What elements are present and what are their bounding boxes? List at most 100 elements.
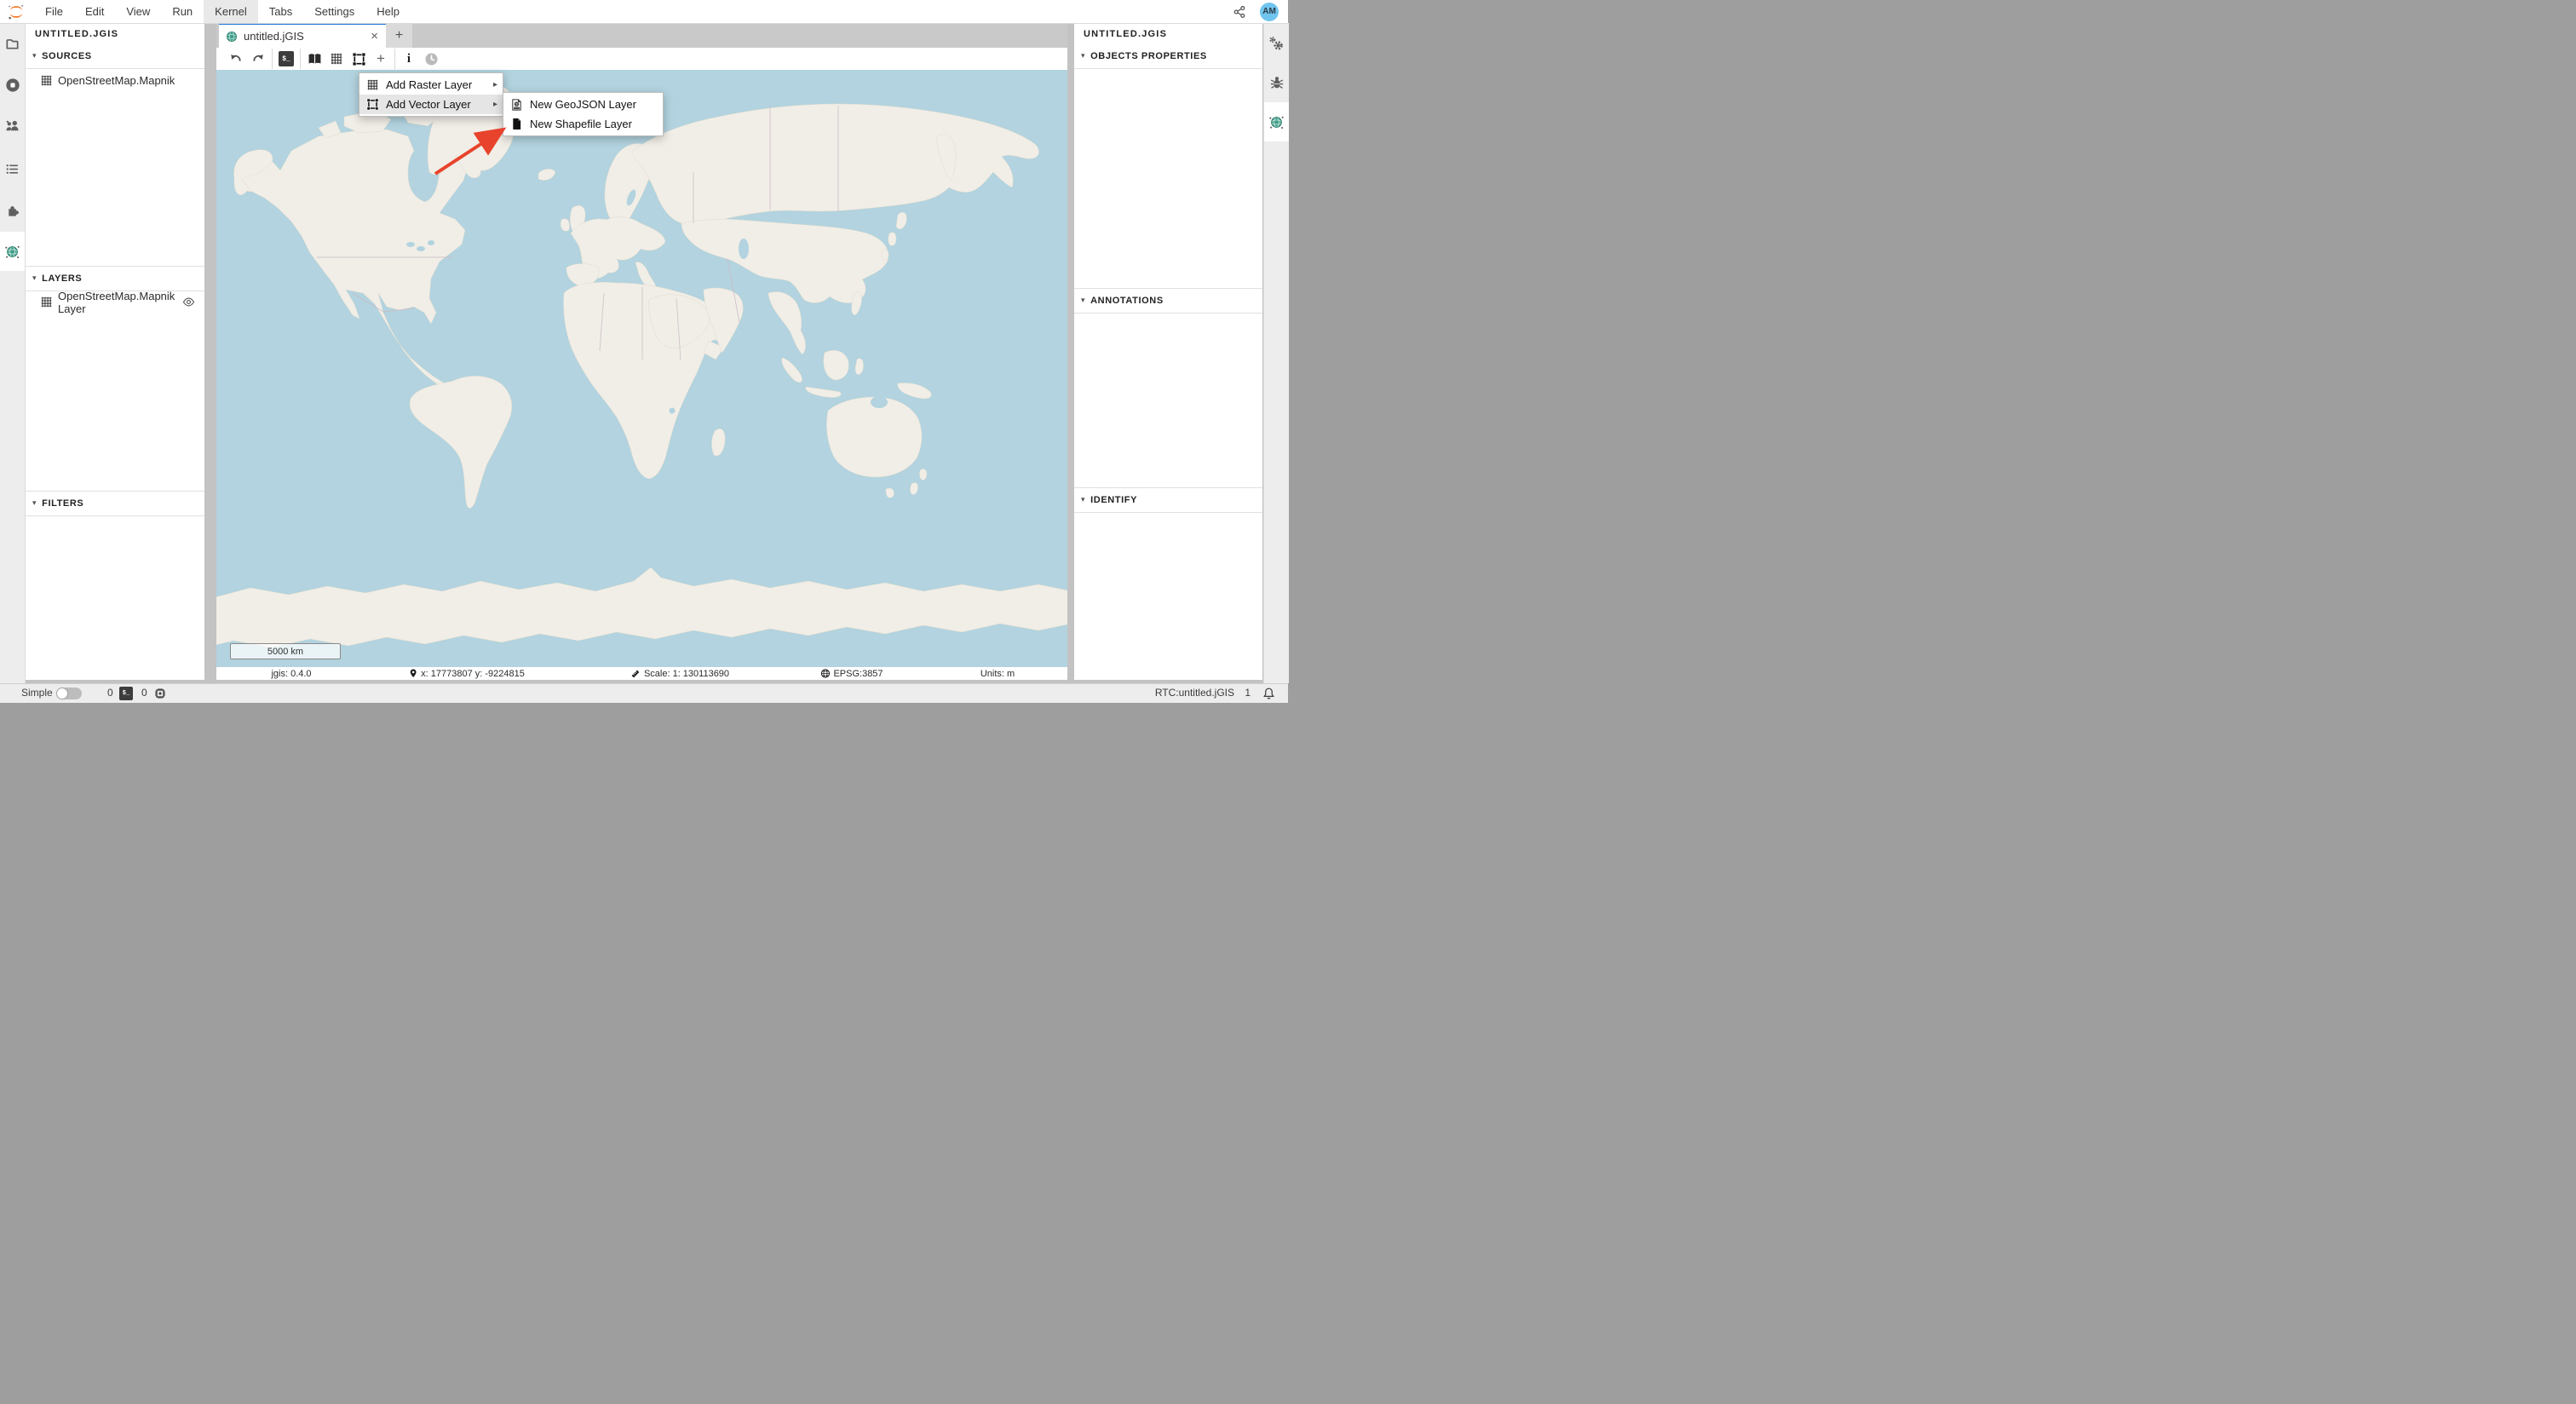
add-raster-grid-icon[interactable] (325, 49, 348, 69)
simple-mode-label: Simple (21, 687, 53, 699)
map-statusbar: jgis: 0.4.0 x: 17773807 y: -9224815 Scal… (216, 667, 1067, 680)
source-item-label: OpenStreetMap.Mapnik (58, 74, 175, 87)
kernel-chip-icon[interactable] (153, 687, 167, 700)
raster-grid-icon (40, 74, 53, 87)
collaborators-icon[interactable] (0, 106, 25, 146)
menu-item-add-raster-layer[interactable]: Add Raster Layer ▸ (359, 75, 503, 95)
redo-icon[interactable] (247, 49, 269, 69)
annotations-header[interactable]: ▾ ANNOTATIONS (1074, 288, 1262, 314)
menubar: File Edit View Run Kernel Tabs Settings … (0, 0, 1288, 24)
menu-settings[interactable]: Settings (303, 0, 365, 23)
menu-edit[interactable]: Edit (74, 0, 115, 23)
filters-section-label: FILTERS (42, 498, 83, 509)
menu-item-label: New GeoJSON Layer (530, 98, 658, 111)
debugger-bug-icon[interactable] (1264, 63, 1289, 102)
menu-help[interactable]: Help (365, 0, 411, 23)
rtc-document-label: RTC:untitled.jGIS (1155, 687, 1234, 699)
menu-run[interactable]: Run (161, 0, 204, 23)
objects-properties-header[interactable]: ▾ OBJECTS PROPERTIES (1074, 44, 1262, 69)
filters-section-header[interactable]: ▾ FILTERS (26, 491, 204, 516)
tab-close-icon[interactable]: × (368, 30, 381, 43)
layer-item[interactable]: OpenStreetMap.Mapnik Layer (26, 291, 204, 314)
jupyter-logo-icon (7, 3, 26, 21)
add-vector-layer-submenu: New GeoJSON Layer New Shapefile Layer (503, 92, 664, 136)
scale-bar-label: 5000 km (267, 647, 303, 657)
caret-down-icon: ▾ (32, 51, 37, 60)
right-activity-bar (1263, 23, 1289, 683)
jupytergis-panel-icon[interactable] (0, 232, 25, 271)
left-panel-title: UNTITLED.JGIS (26, 23, 204, 45)
sources-section-header[interactable]: ▾ SOURCES (26, 44, 204, 69)
objects-properties-label: OBJECTS PROPERTIES (1090, 51, 1207, 61)
geojson-file-icon (509, 98, 523, 112)
kernels-count: 0 (141, 687, 147, 699)
basemap-book-icon[interactable] (303, 49, 325, 69)
jgis-file-icon (226, 31, 238, 43)
add-layer-plus-icon[interactable]: + (370, 49, 392, 69)
menu-item-add-vector-layer[interactable]: Add Vector Layer ▸ (359, 95, 503, 114)
globe-wire-icon (820, 669, 830, 678)
projection-readout: EPSG:3857 (820, 667, 883, 680)
submenu-arrow-icon: ▸ (493, 100, 497, 109)
tab-bar: untitled.jGIS × + (216, 23, 1067, 48)
source-item[interactable]: OpenStreetMap.Mapnik (26, 69, 204, 92)
map-canvas[interactable]: 5000 km (216, 70, 1067, 667)
layers-section-header[interactable]: ▾ LAYERS (26, 266, 204, 291)
user-avatar[interactable]: AM (1260, 3, 1279, 21)
menu-kernel[interactable]: Kernel (204, 0, 258, 23)
extensions-icon[interactable] (0, 191, 25, 230)
submenu-arrow-icon: ▸ (493, 80, 497, 89)
caret-down-icon: ▾ (32, 273, 37, 283)
world-map (216, 70, 1067, 667)
menu-item-new-geojson-layer[interactable]: New GeoJSON Layer (503, 95, 663, 114)
menu-tabs[interactable]: Tabs (258, 0, 303, 23)
tab-label: untitled.jGIS (244, 30, 368, 43)
property-inspector-gears-icon[interactable] (1264, 24, 1289, 63)
menu-item-new-shapefile-layer[interactable]: New Shapefile Layer (503, 114, 663, 134)
vector-square-icon[interactable] (348, 49, 370, 69)
layers-section-label: LAYERS (42, 273, 82, 284)
notifications-count: 1 (1245, 687, 1251, 699)
new-tab-button[interactable]: + (386, 23, 412, 48)
right-panel-title: UNTITLED.JGIS (1074, 23, 1262, 45)
menu-item-label: Add Vector Layer (386, 98, 493, 111)
table-of-contents-icon[interactable] (0, 149, 25, 188)
menu-file[interactable]: File (34, 0, 74, 23)
identify-header[interactable]: ▾ IDENTIFY (1074, 487, 1262, 513)
identify-label: IDENTIFY (1090, 495, 1137, 505)
tab-untitled-jgis[interactable]: untitled.jGIS × (219, 23, 386, 48)
menu-view[interactable]: View (115, 0, 161, 23)
caret-down-icon: ▾ (1081, 51, 1085, 60)
visibility-eye-icon[interactable] (182, 296, 195, 308)
raster-grid-icon (365, 78, 379, 91)
jgis-version: jgis: 0.4.0 (271, 667, 311, 680)
menu-item-label: Add Raster Layer (386, 78, 493, 91)
jupytergis-right-panel-icon[interactable] (1264, 102, 1289, 141)
raster-grid-icon (40, 296, 53, 308)
caret-down-icon: ▾ (1081, 495, 1085, 504)
left-activity-bar (0, 23, 26, 683)
simple-mode-toggle[interactable] (56, 688, 82, 699)
ruler-icon (630, 669, 641, 679)
temporal-clock-icon[interactable] (420, 49, 442, 69)
units-readout: Units: m (980, 667, 1015, 680)
left-panel: UNTITLED.JGIS ▾ SOURCES OpenStreetMap.Ma… (26, 23, 204, 680)
sources-section-label: SOURCES (42, 51, 92, 61)
annotations-label: ANNOTATIONS (1090, 296, 1164, 306)
share-icon[interactable] (1233, 5, 1246, 19)
map-scale-readout: Scale: 1: 130113690 (630, 667, 729, 680)
terminal-icon[interactable]: $_ (119, 687, 133, 700)
right-panel: UNTITLED.JGIS ▾ OBJECTS PROPERTIES ▾ ANN… (1074, 23, 1262, 680)
bell-icon[interactable] (1262, 687, 1275, 700)
cursor-coordinates: x: 17773807 y: -9224815 (409, 667, 525, 680)
console-terminal-icon[interactable]: $_ (275, 49, 297, 69)
file-icon (509, 118, 523, 130)
menu-item-label: New Shapefile Layer (530, 118, 658, 130)
caret-down-icon: ▾ (1081, 296, 1085, 305)
running-sessions-icon[interactable] (0, 66, 25, 105)
vector-square-icon (365, 98, 379, 111)
location-pin-icon (409, 669, 417, 678)
undo-icon[interactable] (225, 49, 247, 69)
identify-info-icon[interactable]: i (398, 49, 420, 69)
file-browser-icon[interactable] (0, 24, 25, 63)
